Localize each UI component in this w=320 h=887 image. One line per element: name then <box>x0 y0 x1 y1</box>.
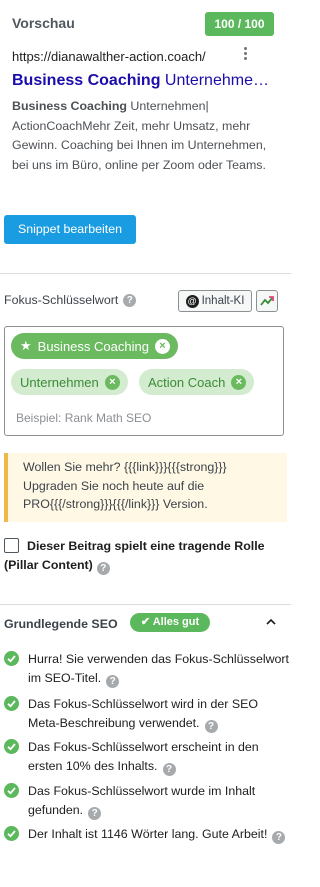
keyword-tag-label: Action Coach <box>148 374 226 390</box>
close-circle-icon[interactable]: × <box>231 374 247 390</box>
preview-url: https://dianawalther-action.coach/ <box>12 49 206 64</box>
preview-desc-keyword: Business Coaching <box>12 99 127 113</box>
focus-keyword-label-text: Fokus-Schlüsselwort <box>4 293 119 307</box>
content-ai-label: Inhalt-KI <box>201 295 245 307</box>
basic-seo-title[interactable]: Grundlegende SEO <box>4 617 118 631</box>
keyword-tag-primary[interactable]: ★ Business Coaching × <box>11 333 178 359</box>
seo-check-text: Hurra! Sie verwenden das Fokus-Schlüssel… <box>28 650 290 688</box>
seo-check-label: Das Fokus-Schlüsselwort wird in der SEO … <box>28 697 258 730</box>
close-circle-icon[interactable]: × <box>104 374 120 390</box>
question-circle-icon[interactable]: ? <box>123 293 137 307</box>
check-circle-icon <box>4 739 19 754</box>
keyword-tag-label: Unternehmen <box>20 374 99 390</box>
pillar-content-option[interactable]: Dieser Beitrag spielt eine tragende Roll… <box>4 537 287 575</box>
seo-check-text: Das Fokus-Schlüsselwort wird in der SEO … <box>28 695 290 733</box>
question-circle-icon[interactable]: ? <box>88 806 102 820</box>
pillar-content-checkbox[interactable] <box>4 538 19 553</box>
trend-chart-icon <box>260 296 274 306</box>
seo-check-text: Der Inhalt ist 1146 Wörter lang. Gute Ar… <box>28 825 290 844</box>
question-circle-icon[interactable]: ? <box>162 762 176 776</box>
preview-section: Vorschau 100 / 100 https://dianawalther-… <box>0 0 291 274</box>
keyword-tag[interactable]: Unternehmen × <box>11 369 128 395</box>
content-ai-button[interactable]: @ Inhalt-KI <box>178 290 252 312</box>
more-vertical-icon[interactable] <box>242 47 248 62</box>
seo-score-badge: 100 / 100 <box>205 12 274 36</box>
preview-title: Vorschau <box>12 15 75 31</box>
preview-link-title[interactable]: Business Coaching Unternehmen… <box>12 72 277 90</box>
preview-description: Business Coaching Unternehmen| ActionCoa… <box>12 97 282 175</box>
keyword-tag-label: Business Coaching <box>37 338 149 354</box>
pillar-content-label: Dieser Beitrag spielt eine tragende Roll… <box>4 539 265 572</box>
check-circle-icon <box>4 696 19 711</box>
status-badge: ✔ Alles gut <box>130 613 210 632</box>
focus-keyword-label: Fokus-Schlüsselwort ? <box>4 293 137 307</box>
check-circle-icon <box>4 651 19 666</box>
check-circle-icon <box>4 783 19 798</box>
preview-link-rest: Unternehmen… <box>160 72 277 89</box>
focus-keyword-input[interactable]: ★ Business Coaching × Unternehmen × Acti… <box>4 326 284 436</box>
question-circle-icon[interactable]: ? <box>272 831 286 844</box>
seo-check-text: Das Fokus-Schlüsselwort erscheint in den… <box>28 738 290 776</box>
upgrade-notice: Wollen Sie mehr? {{{link}}}{{{strong}}} … <box>4 453 287 522</box>
divider <box>0 604 291 605</box>
close-circle-icon[interactable]: × <box>154 338 170 354</box>
keyword-tag[interactable]: Action Coach × <box>139 369 255 395</box>
seo-check-label: Hurra! Sie verwenden das Fokus-Schlüssel… <box>28 652 290 685</box>
at-sign-icon: @ <box>185 294 199 308</box>
chevron-up-icon[interactable] <box>266 617 276 627</box>
trends-button[interactable] <box>256 290 278 312</box>
question-circle-icon[interactable]: ? <box>96 562 110 575</box>
question-circle-icon[interactable]: ? <box>106 674 120 688</box>
edit-snippet-button[interactable]: Snippet bearbeiten <box>4 215 136 244</box>
star-icon: ★ <box>20 338 32 353</box>
seo-check-label: Das Fokus-Schlüsselwort wurde im Inhalt … <box>28 784 256 817</box>
preview-link-keyword: Business Coaching <box>12 72 161 89</box>
seo-check-label: Das Fokus-Schlüsselwort erscheint in den… <box>28 740 259 773</box>
seo-check-text: Das Fokus-Schlüsselwort wurde im Inhalt … <box>28 782 290 820</box>
check-circle-icon <box>4 826 19 841</box>
seo-check-label: Der Inhalt ist 1146 Wörter lang. Gute Ar… <box>28 827 268 841</box>
question-circle-icon[interactable]: ? <box>204 719 218 733</box>
keyword-placeholder: Beispiel: Rank Math SEO <box>16 411 152 425</box>
